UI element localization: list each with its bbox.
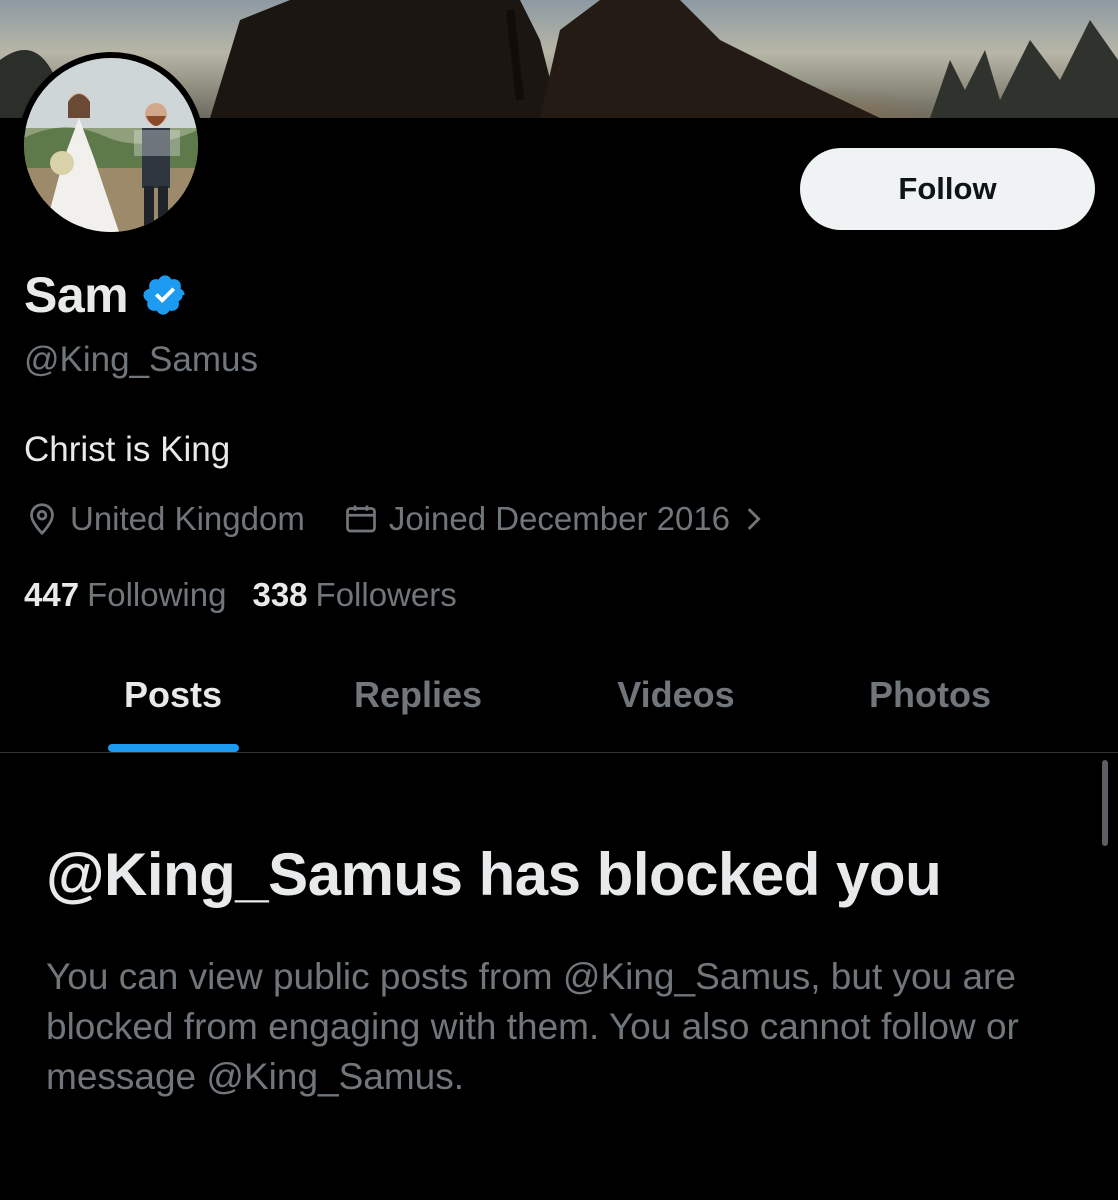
verified-badge-icon[interactable] — [142, 272, 188, 318]
tab-replies[interactable]: Replies — [354, 674, 482, 716]
profile-bio: Christ is King — [24, 430, 231, 469]
tab-photos[interactable]: Photos — [869, 674, 991, 716]
joined-item[interactable]: Joined December 2016 — [343, 500, 780, 538]
display-name: Sam — [24, 267, 129, 323]
profile-stats: 447 Following 338 Followers — [24, 576, 457, 614]
following-count: 447 — [24, 576, 80, 613]
profile-name-row: Sam — [24, 266, 188, 324]
location-pin-icon — [30, 503, 54, 536]
profile-avatar[interactable] — [18, 52, 204, 238]
profile-meta: United Kingdom Joined December 2016 — [24, 500, 780, 538]
blocked-message: You can view public posts from @King_Sam… — [46, 956, 1019, 1097]
calendar-icon — [345, 505, 376, 533]
avatar-image — [24, 58, 198, 232]
followers-link[interactable]: 338 Followers — [252, 576, 456, 614]
joined-text: Joined December 2016 — [388, 500, 731, 537]
followers-count: 338 — [252, 576, 308, 613]
following-label: Following — [87, 576, 227, 613]
blocked-title: @King_Samus has blocked you — [46, 841, 942, 908]
location-text: United Kingdom — [70, 500, 305, 537]
followers-label: Followers — [315, 576, 457, 613]
tab-posts[interactable]: Posts — [124, 674, 222, 716]
tab-videos[interactable]: Videos — [617, 674, 734, 716]
active-tab-indicator — [108, 744, 239, 752]
scrollbar[interactable] — [1102, 760, 1108, 846]
profile-handle: @King_Samus — [24, 340, 258, 379]
following-link[interactable]: 447 Following — [24, 576, 226, 614]
follow-button[interactable]: Follow — [800, 148, 1095, 230]
location-item: United Kingdom — [24, 500, 305, 538]
profile-tabs: Posts Replies Videos Photos — [0, 650, 1118, 753]
chevron-right-icon — [747, 508, 761, 530]
